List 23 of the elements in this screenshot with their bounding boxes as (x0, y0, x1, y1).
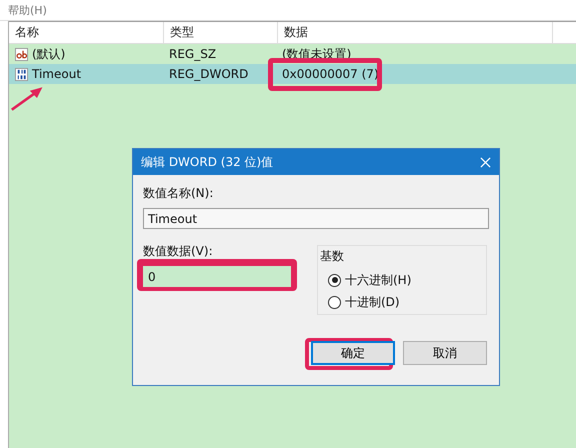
field-label: 数值名称(N): (143, 185, 214, 202)
column-header[interactable]: 数据 (278, 22, 553, 43)
radio-label[interactable]: 十六进制(H) (345, 272, 412, 288)
radio-button[interactable] (328, 274, 341, 286)
radio-label[interactable]: 十进制(D) (345, 294, 400, 310)
binary-value-icon (15, 68, 28, 80)
value-name: (默认) (32, 46, 66, 62)
ok-button[interactable]: 确定 (311, 341, 395, 365)
dialog-title: 编辑 DWORD (32 位)值 (141, 154, 274, 170)
menu-item[interactable]: 帮助(H) (8, 2, 47, 18)
value-data-field[interactable]: 0 (143, 266, 291, 287)
column-header[interactable]: 类型 (164, 22, 278, 43)
value-type: REG_DWORD (168, 67, 250, 81)
value-name-field[interactable]: Timeout (143, 208, 489, 229)
cancel-button[interactable]: 取消 (403, 341, 487, 365)
value-name: Timeout (32, 67, 82, 81)
field-label: 数值数据(V): (143, 243, 214, 260)
value-type: REG_SZ (168, 47, 218, 61)
group-title: 基数 (320, 248, 345, 265)
close-icon[interactable] (480, 156, 491, 168)
string-value-icon (15, 48, 28, 60)
radio-button[interactable] (328, 296, 341, 308)
column-header[interactable]: 名称 (9, 22, 164, 43)
